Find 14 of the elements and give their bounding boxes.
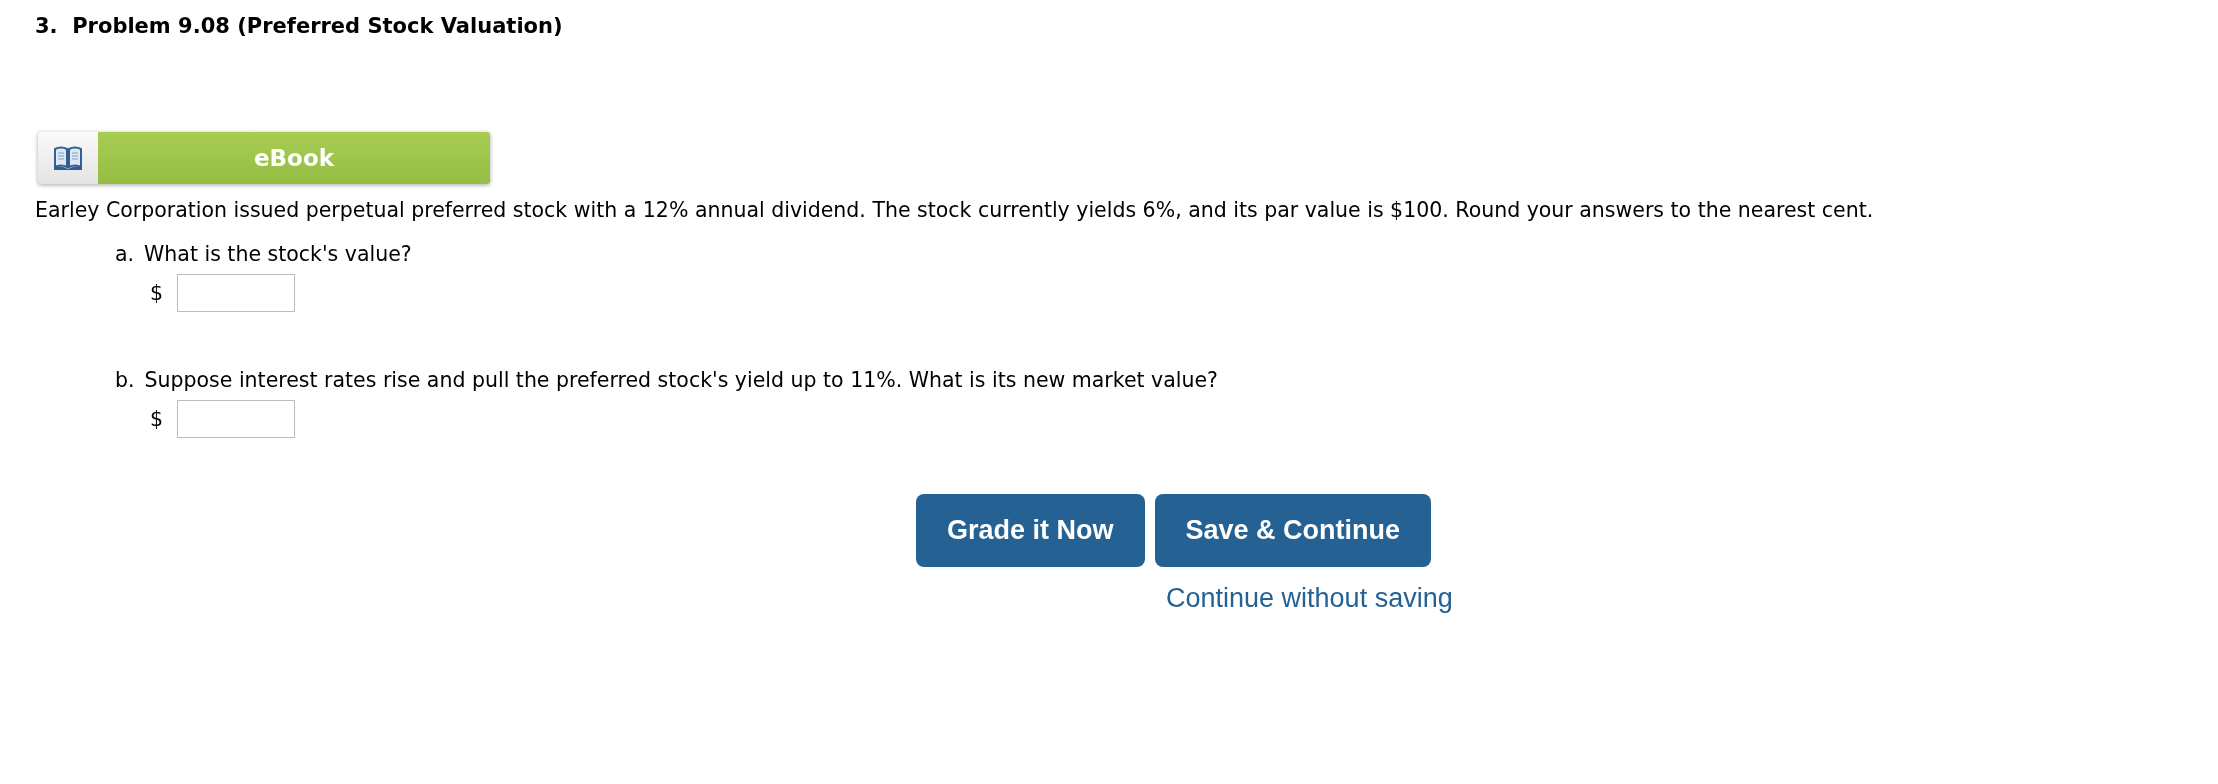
dollar-sign: $ xyxy=(150,407,164,431)
problem-title: 3. Problem 9.08 (Preferred Stock Valuation) xyxy=(35,14,564,38)
problem-statement: Earley Corporation issued perpetual preferred stock with a 12% annual dividend. The stock currently yields 6%, and its par value is $100. Round your answers to the nearest cent. xyxy=(35,198,1875,222)
question-text: Suppose interest rates rise and pull the preferred stock's yield up to 11%. What is its new market value? xyxy=(144,368,1218,392)
answer-field[interactable] xyxy=(177,400,296,438)
book-icon xyxy=(53,145,83,171)
continue-link[interactable]: Continue without saving xyxy=(1166,583,1453,614)
question-letter: a. xyxy=(115,242,135,266)
answer-field[interactable] xyxy=(177,274,296,312)
dollar-sign: $ xyxy=(150,281,164,305)
question-text: What is the stock's value? xyxy=(144,242,412,266)
action-button[interactable]: Grade it Now xyxy=(916,494,1145,567)
action-button[interactable]: Save & Continue xyxy=(1154,494,1432,567)
question-letter: b. xyxy=(115,368,135,392)
